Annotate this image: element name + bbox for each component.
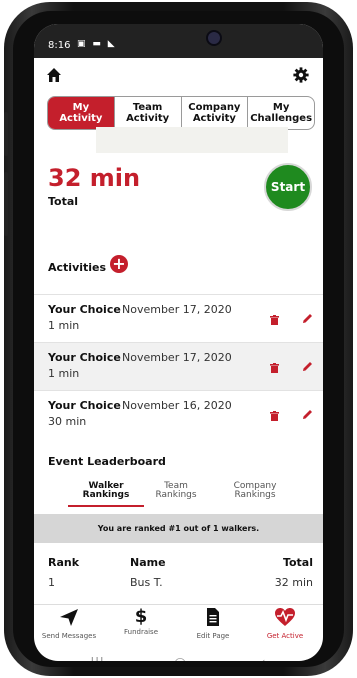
pencil-icon[interactable]	[302, 357, 313, 376]
leaderboard-heading: Event Leaderboard	[48, 455, 166, 468]
total-column-header: Total	[282, 556, 313, 569]
name-column-header: Name	[130, 556, 166, 569]
dollar-icon: $	[134, 606, 148, 627]
status-bar: 8:16 ▣ ▬ ◣	[34, 24, 323, 58]
app-screen: 8:16 ▣ ▬ ◣ My Activity Team Activity Com…	[34, 24, 323, 661]
activity-duration: 1 min	[48, 367, 80, 380]
trash-icon[interactable]	[270, 358, 279, 377]
activities-heading: Activities	[48, 261, 107, 274]
activity-date: November 16, 2020	[122, 399, 232, 412]
nav-edit-page[interactable]: Edit Page	[182, 607, 244, 640]
gear-icon[interactable]	[293, 67, 309, 87]
total-cell: 32 min	[274, 576, 313, 589]
status-icons: ▣ ▬ ◣	[77, 39, 117, 49]
trash-icon[interactable]	[270, 310, 279, 329]
top-bar	[34, 60, 323, 92]
total-time-value: 32 min	[48, 164, 141, 192]
nav-label: Fundraise	[123, 628, 159, 636]
add-activity-icon[interactable]: +	[110, 255, 128, 273]
rank-cell: 1	[48, 576, 55, 589]
nav-label: Get Active	[266, 632, 304, 640]
trash-icon[interactable]	[270, 406, 279, 425]
activity-row: Your Choice November 17, 2020 1 min	[34, 294, 323, 343]
nav-label: Edit Page	[196, 632, 230, 640]
pencil-icon[interactable]	[302, 405, 313, 424]
home-button-icon[interactable]: ○	[174, 655, 186, 661]
activity-date: November 17, 2020	[122, 351, 232, 364]
bottom-nav: Send Messages $ Fundraise Edit Page Get …	[34, 604, 323, 649]
activity-name: Your Choice	[48, 351, 121, 364]
document-icon	[205, 608, 221, 631]
activity-row: Your Choice November 16, 2020 30 min	[34, 390, 323, 439]
nav-send-messages[interactable]: Send Messages	[38, 607, 100, 640]
active-tab-underline	[68, 505, 144, 507]
nav-get-active[interactable]: Get Active	[254, 607, 316, 640]
name-cell: Bus T.	[130, 576, 163, 589]
placeholder-bar	[96, 127, 288, 153]
tab-team-activity[interactable]: Team Activity	[115, 97, 182, 129]
start-button[interactable]: Start	[264, 163, 312, 211]
send-icon	[59, 609, 79, 631]
activity-duration: 30 min	[48, 415, 87, 428]
status-time: 8:16	[48, 40, 71, 51]
heart-pulse-icon	[274, 608, 296, 631]
activity-duration: 1 min	[48, 319, 80, 332]
recent-apps-icon[interactable]: |||	[90, 656, 104, 661]
volume-button	[4, 112, 8, 156]
tab-my-activity[interactable]: My Activity	[48, 97, 115, 129]
activity-tabs: My Activity Team Activity Company Activi…	[47, 96, 315, 130]
total-label: Total	[48, 195, 79, 208]
tab-team-rankings[interactable]: Team Rankings	[146, 482, 206, 500]
activity-name: Your Choice	[48, 303, 121, 316]
power-button	[4, 172, 8, 236]
tab-walker-rankings[interactable]: Walker Rankings	[68, 482, 144, 500]
activity-name: Your Choice	[48, 399, 121, 412]
activity-date: November 17, 2020	[122, 303, 232, 316]
activity-row: Your Choice November 17, 2020 1 min	[34, 342, 323, 391]
rank-column-header: Rank	[48, 556, 80, 569]
system-nav-bar: ||| ○ ‹	[34, 652, 323, 661]
pencil-icon[interactable]	[302, 309, 313, 328]
nav-label: Send Messages	[41, 632, 97, 640]
nav-fundraise[interactable]: $ Fundraise	[110, 606, 172, 637]
home-icon[interactable]	[46, 67, 62, 87]
back-icon[interactable]: ‹	[260, 655, 266, 661]
rank-message: You are ranked #1 out of 1 walkers.	[34, 514, 323, 543]
front-camera	[208, 32, 220, 44]
tab-company-activity[interactable]: Company Activity	[182, 97, 249, 129]
tab-my-challenges[interactable]: My Challenges	[248, 97, 314, 129]
tab-company-rankings[interactable]: Company Rankings	[220, 482, 290, 500]
